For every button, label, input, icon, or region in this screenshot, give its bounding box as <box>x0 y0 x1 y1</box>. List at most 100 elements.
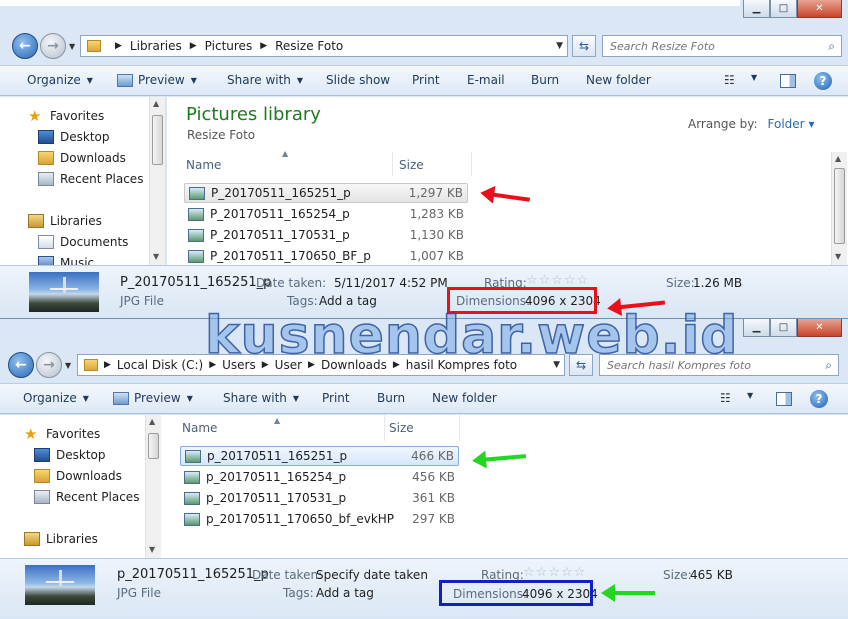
nav-desktop[interactable]: Desktop <box>38 130 110 144</box>
close-button[interactable]: ✕ <box>797 0 842 18</box>
date-taken-value[interactable]: Specify date taken <box>316 568 428 582</box>
file-row[interactable]: p_20170511_165254_p 456 KB <box>180 467 459 487</box>
minimize-button[interactable]: ▁ <box>743 319 770 337</box>
share-with-button[interactable]: Share with ▼ <box>227 73 303 87</box>
scroll-down-icon[interactable]: ▼ <box>153 252 159 261</box>
documents-icon <box>38 235 54 249</box>
refresh-button[interactable]: ⇆ <box>572 35 596 57</box>
file-row[interactable]: P_20170511_165251_p 1,297 KB <box>184 183 468 203</box>
nav-desktop[interactable]: Desktop <box>34 448 106 462</box>
help-icon[interactable]: ? <box>810 390 828 408</box>
column-header-size[interactable]: Size <box>399 158 424 172</box>
organize-button[interactable]: Organize ▼ <box>27 73 93 87</box>
column-divider[interactable] <box>384 415 385 441</box>
sort-ascending-icon: ▲ <box>282 149 289 158</box>
breadcrumb-resize-foto[interactable]: Resize Foto <box>275 39 343 53</box>
nav-favorites[interactable]: ★ Favorites <box>28 109 104 124</box>
preview-pane-icon[interactable] <box>776 392 792 406</box>
forward-button[interactable]: → <box>40 33 66 59</box>
column-header-size[interactable]: Size <box>389 421 414 435</box>
close-button[interactable]: ✕ <box>797 319 842 337</box>
nav-recent-places[interactable]: Recent Places <box>34 490 139 504</box>
scrollbar-thumb[interactable] <box>834 168 845 244</box>
music-icon <box>38 256 54 265</box>
nav-downloads-label: Downloads <box>56 469 122 483</box>
file-row[interactable]: p_20170511_170650_bf_evkHP 297 KB <box>180 509 459 529</box>
forward-button[interactable]: → <box>36 352 62 378</box>
change-view-icon[interactable]: ☷ <box>720 391 736 405</box>
new-folder-button[interactable]: New folder <box>432 391 497 405</box>
scroll-down-icon[interactable]: ▼ <box>835 252 841 261</box>
nav-downloads[interactable]: Downloads <box>38 151 126 165</box>
maximize-button[interactable]: □ <box>770 0 797 18</box>
rating-stars[interactable]: ☆☆☆☆☆ <box>523 565 586 580</box>
file-row[interactable]: P_20170511_170531_p 1,130 KB <box>184 225 468 245</box>
breadcrumb-pictures[interactable]: Pictures <box>205 39 253 53</box>
breadcrumb-local-disk[interactable]: Local Disk (C:) <box>117 358 203 372</box>
file-list-scrollbar[interactable]: ▲ ▼ <box>831 152 847 265</box>
nav-favorites[interactable]: ★ Favorites <box>24 427 100 442</box>
preview-pane-icon[interactable] <box>780 74 796 88</box>
nav-libraries[interactable]: Libraries <box>24 532 98 546</box>
date-taken-value[interactable]: 5/11/2017 4:52 PM <box>334 276 448 290</box>
address-bar[interactable]: ▶ Libraries ▶ Pictures ▶ Resize Foto ▼ <box>80 35 568 57</box>
print-button[interactable]: Print <box>322 391 350 405</box>
scroll-up-icon[interactable]: ▲ <box>153 99 159 108</box>
size-label: Size: <box>663 568 692 582</box>
help-icon[interactable]: ? <box>814 72 832 90</box>
change-view-icon[interactable]: ☷ <box>724 73 740 87</box>
organize-button[interactable]: Organize ▼ <box>23 391 89 405</box>
scroll-up-icon[interactable]: ▲ <box>149 417 155 426</box>
file-row[interactable]: P_20170511_170650_BF_p 1,007 KB <box>184 246 468 265</box>
column-header-name[interactable]: Name <box>186 158 221 172</box>
breadcrumb-libraries[interactable]: Libraries <box>130 39 182 53</box>
nav-downloads[interactable]: Downloads <box>34 469 122 483</box>
nav-documents[interactable]: Documents <box>38 235 128 249</box>
file-row[interactable]: P_20170511_165254_p 1,283 KB <box>184 204 468 224</box>
chevron-down-icon[interactable]: ▼ <box>556 41 563 51</box>
back-button[interactable]: ← <box>8 352 34 378</box>
new-folder-button[interactable]: New folder <box>586 73 651 87</box>
search-icon[interactable]: ⌕ <box>828 39 835 54</box>
sort-ascending-icon: ▲ <box>274 416 281 425</box>
back-button[interactable]: ← <box>12 33 38 59</box>
file-row[interactable]: p_20170511_170531_p 361 KB <box>180 488 459 508</box>
view-options-dropdown[interactable]: ▼ <box>745 73 757 82</box>
scrollbar-thumb[interactable] <box>148 433 159 459</box>
scroll-down-icon[interactable]: ▼ <box>149 545 155 554</box>
share-with-button[interactable]: Share with ▼ <box>223 391 299 405</box>
file-size: 466 KB <box>411 449 454 463</box>
rating-stars[interactable]: ☆☆☆☆☆ <box>526 273 589 288</box>
preview-button[interactable]: Preview ▼ <box>117 73 197 87</box>
email-button[interactable]: E-mail <box>467 73 505 87</box>
search-icon[interactable]: ⌕ <box>825 358 832 373</box>
recent-pages-dropdown[interactable]: ▼ <box>69 42 75 51</box>
maximize-button[interactable]: □ <box>770 319 797 337</box>
tags-value[interactable]: Add a tag <box>316 586 374 600</box>
nav-recent-places[interactable]: Recent Places <box>38 172 143 186</box>
file-row[interactable]: p_20170511_165251_p 466 KB <box>180 446 459 466</box>
scrollbar-thumb[interactable] <box>152 115 163 165</box>
column-divider[interactable] <box>471 152 472 176</box>
nav-libraries[interactable]: Libraries <box>28 214 102 228</box>
minimize-button[interactable]: ▁ <box>743 0 770 18</box>
nav-libraries-label: Libraries <box>50 214 102 228</box>
slide-show-button[interactable]: Slide show <box>326 73 390 87</box>
nav-scrollbar[interactable]: ▲ ▼ <box>149 97 165 265</box>
scroll-up-icon[interactable]: ▲ <box>835 154 841 163</box>
view-options-dropdown[interactable]: ▼ <box>741 391 753 400</box>
burn-button[interactable]: Burn <box>531 73 559 87</box>
burn-button[interactable]: Burn <box>377 391 405 405</box>
column-divider[interactable] <box>459 415 460 441</box>
column-divider[interactable] <box>392 152 393 176</box>
recent-pages-dropdown[interactable]: ▼ <box>65 361 71 370</box>
column-header-name[interactable]: Name <box>182 421 217 435</box>
image-file-icon <box>184 491 200 505</box>
nav-music[interactable]: Music <box>38 256 94 265</box>
print-button[interactable]: Print <box>412 73 440 87</box>
preview-button[interactable]: Preview ▼ <box>113 391 193 405</box>
search-box[interactable]: ⌕ <box>602 35 842 57</box>
arrange-by-dropdown[interactable]: Folder ▾ <box>768 117 815 131</box>
search-input[interactable] <box>610 39 825 53</box>
nav-scrollbar[interactable]: ▲ ▼ <box>145 415 161 558</box>
